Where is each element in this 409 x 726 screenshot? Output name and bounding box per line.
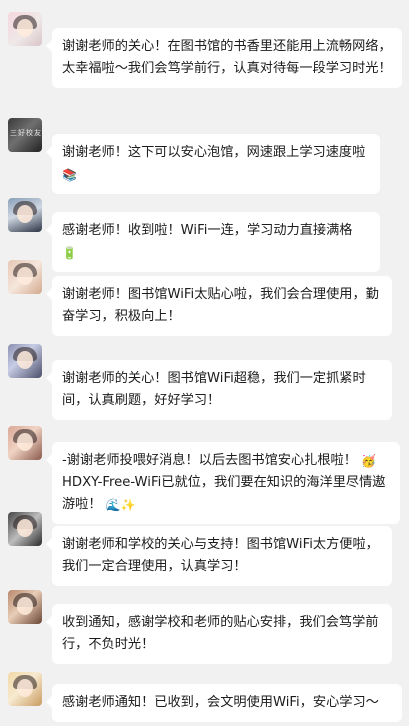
message-text: -谢谢老师投喂好消息！以后去图书馆安心扎根啦！ xyxy=(62,453,357,468)
message-bubble[interactable]: 感谢老师通知！已收到，会文明使用WiFi，安心学习～ xyxy=(46,684,402,722)
chat-message: 谢谢老师的关心！图书馆WiFi超稳，我们一定抓紧时间，认真刷题，好好学习！ xyxy=(0,344,409,420)
battery-emoji-icon: 🔋 xyxy=(62,246,77,260)
user-avatar-icon[interactable] xyxy=(8,260,42,294)
message-text: 谢谢老师和学校的关心与支持！图书馆WiFi太方便啦，我们一定合理使用，认真学习！ xyxy=(62,537,379,574)
message-text: 谢谢老师！图书馆WiFi太贴心啦，我们会合理使用，勤奋学习，积极向上！ xyxy=(62,287,379,324)
message-bubble[interactable]: 谢谢老师和学校的关心与支持！图书馆WiFi太方便啦，我们一定合理使用，认真学习！ xyxy=(46,526,392,586)
user-avatar-icon[interactable] xyxy=(8,672,42,706)
chat-message: 谢谢老师！图书馆WiFi太贴心啦，我们会合理使用，勤奋学习，积极向上！ xyxy=(0,260,409,336)
wave-sparkles-emoji-icon: 🌊✨ xyxy=(105,498,136,512)
message-text: 收到通知，感谢学校和老师的贴心安排，我们会笃学前行，不负时光！ xyxy=(62,615,379,652)
user-avatar-icon[interactable] xyxy=(8,198,42,232)
message-text: 感谢老师！收到啦！WiFi一连，学习动力直接满格 xyxy=(62,223,353,238)
user-avatar-icon[interactable]: 三好校友 xyxy=(8,118,42,152)
message-bubble[interactable]: 谢谢老师的关心！在图书馆的书香里还能用上流畅网络，太幸福啦～我们会笃学前行，认真… xyxy=(46,28,402,88)
chat-message: 感谢老师！收到啦！WiFi一连，学习动力直接满格 🔋 xyxy=(0,198,409,272)
message-bubble[interactable]: 谢谢老师！这下可以安心泡馆，网速跟上学习速度啦 📚 xyxy=(46,134,380,194)
chat-message: 感谢老师通知！已收到，会文明使用WiFi，安心学习～ xyxy=(0,672,409,726)
user-avatar-icon[interactable] xyxy=(8,590,42,624)
chat-message: 谢谢老师和学校的关心与支持！图书馆WiFi太方便啦，我们一定合理使用，认真学习！ xyxy=(0,512,409,586)
avatar-caption: 三好校友 xyxy=(10,129,42,137)
user-avatar-icon[interactable] xyxy=(8,512,42,546)
message-text: 谢谢老师的关心！图书馆WiFi超稳，我们一定抓紧时间，认真刷题，好好学习！ xyxy=(62,371,366,408)
chat-message: 三好校友 谢谢老师！这下可以安心泡馆，网速跟上学习速度啦 📚 xyxy=(0,118,409,194)
message-text: 谢谢老师的关心！在图书馆的书香里还能用上流畅网络，太幸福啦～我们会笃学前行，认真… xyxy=(62,39,392,76)
user-avatar-icon[interactable] xyxy=(8,344,42,378)
books-emoji-icon: 📚 xyxy=(62,168,77,182)
message-bubble[interactable]: 收到通知，感谢学校和老师的贴心安排，我们会笃学前行，不负时光！ xyxy=(46,604,392,664)
message-bubble[interactable]: 谢谢老师！图书馆WiFi太贴心啦，我们会合理使用，勤奋学习，积极向上！ xyxy=(46,276,392,336)
chat-message: 谢谢老师的关心！在图书馆的书香里还能用上流畅网络，太幸福啦～我们会笃学前行，认真… xyxy=(0,12,409,102)
user-avatar-icon[interactable] xyxy=(8,426,42,460)
chat-message: 收到通知，感谢学校和老师的贴心安排，我们会笃学前行，不负时光！ xyxy=(0,590,409,664)
party-face-emoji-icon: 🥳 xyxy=(361,454,377,468)
message-text: 谢谢老师！这下可以安心泡馆，网速跟上学习速度啦 xyxy=(62,145,366,160)
message-text: 感谢老师通知！已收到，会文明使用WiFi，安心学习～ xyxy=(62,695,379,710)
chat-message-list[interactable]: 谢谢老师的关心！在图书馆的书香里还能用上流畅网络，太幸福啦～我们会笃学前行，认真… xyxy=(0,0,409,726)
message-bubble[interactable]: 谢谢老师的关心！图书馆WiFi超稳，我们一定抓紧时间，认真刷题，好好学习！ xyxy=(46,360,392,420)
user-avatar-icon[interactable] xyxy=(8,12,42,46)
chat-message: -谢谢老师投喂好消息！以后去图书馆安心扎根啦！ 🥳 HDXY-Free-WiFi… xyxy=(0,426,409,524)
